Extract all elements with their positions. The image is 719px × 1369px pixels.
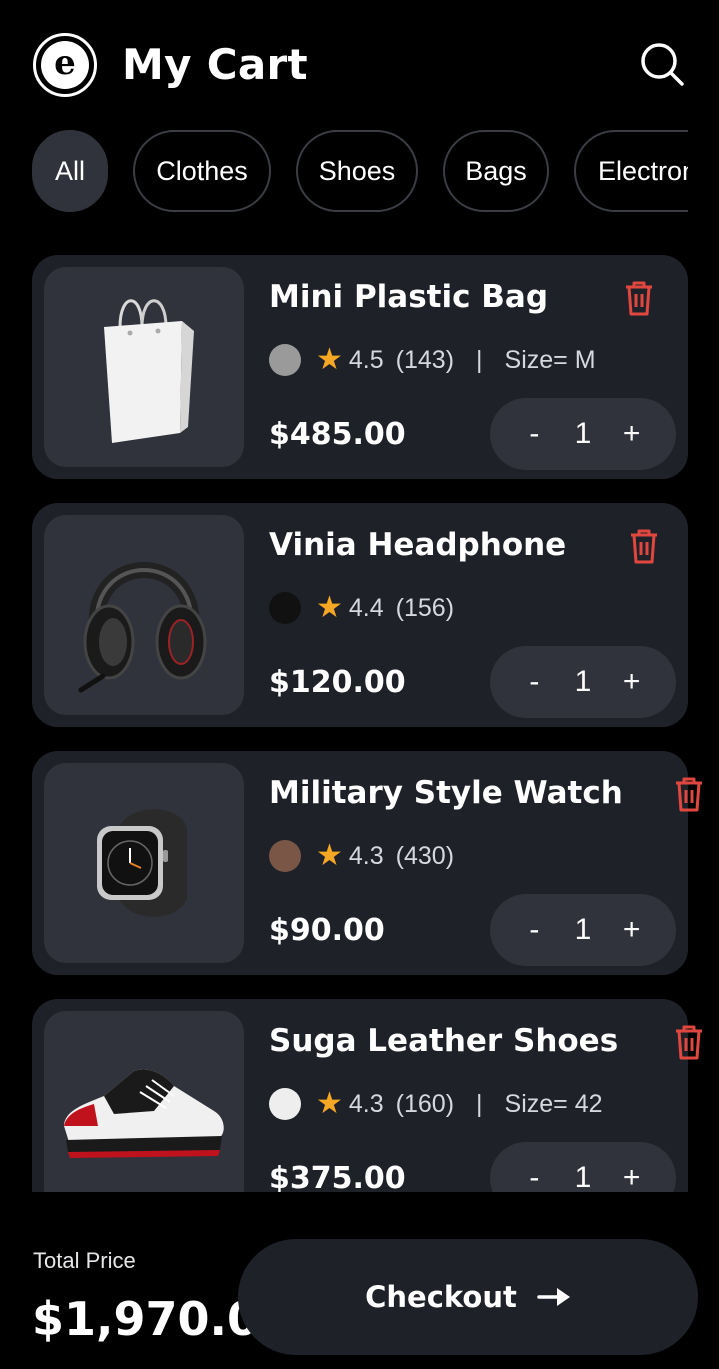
color-swatch: [269, 344, 301, 376]
meta-separator: |: [476, 1089, 483, 1118]
product-meta: ★ 4.4 (156): [269, 591, 454, 625]
cart-item[interactable]: Mini Plastic Bag ★ 4.5 (143) | Size= M $…: [32, 255, 688, 479]
headphone-image: [78, 562, 207, 693]
product-meta: ★ 4.5 (143) | Size= M: [269, 343, 596, 377]
cart-list[interactable]: Mini Plastic Bag ★ 4.5 (143) | Size= M $…: [32, 255, 719, 1193]
chip-label: Bags: [465, 155, 527, 186]
quantity-stepper: - 1 +: [490, 894, 676, 966]
product-price: $90.00: [269, 913, 385, 948]
chip-label: Clothes: [156, 155, 248, 186]
star-icon: ★: [316, 839, 343, 872]
watch-image: [97, 809, 187, 917]
rating-value: 4.3: [348, 1089, 384, 1118]
delete-icon[interactable]: [627, 527, 661, 565]
increase-button[interactable]: +: [620, 665, 644, 699]
arrow-right-icon: [537, 1288, 570, 1306]
meta-separator: |: [476, 345, 483, 374]
product-price: $485.00: [269, 417, 406, 452]
rating-value: 4.3: [348, 841, 384, 870]
size-label: Size= M: [504, 345, 596, 374]
product-name: Military Style Watch: [269, 775, 623, 811]
product-meta: ★ 4.3 (430): [269, 839, 454, 873]
delete-icon[interactable]: [672, 1023, 706, 1061]
quantity-stepper: - 1 +: [490, 1142, 676, 1193]
chip-clothes[interactable]: Clothes: [133, 130, 271, 212]
color-swatch: [269, 840, 301, 872]
cart-item[interactable]: Suga Leather Shoes ★ 4.3 (160) | Size= 4…: [32, 999, 702, 1193]
review-count: (156): [395, 593, 455, 622]
decrease-button[interactable]: -: [522, 913, 546, 947]
quantity-value: 1: [574, 913, 592, 946]
logo-letter: e: [41, 41, 89, 89]
shopping-bag-image: [104, 299, 194, 443]
chip-label: Electronics: [598, 155, 688, 186]
product-image: [44, 267, 244, 467]
product-price: $120.00: [269, 665, 406, 700]
delete-icon[interactable]: [622, 279, 656, 317]
chip-label: Shoes: [318, 155, 396, 186]
increase-button[interactable]: +: [620, 417, 644, 451]
product-name: Vinia Headphone: [269, 527, 567, 563]
review-count: (160): [395, 1089, 455, 1118]
decrease-button[interactable]: -: [522, 1161, 546, 1193]
checkout-label: Checkout: [365, 1280, 517, 1314]
product-image: [44, 763, 244, 963]
sneaker-image: [64, 1069, 224, 1158]
product-meta: ★ 4.3 (160) | Size= 42: [269, 1087, 603, 1121]
star-icon: ★: [316, 343, 343, 376]
star-icon: ★: [316, 1087, 343, 1120]
page-title: My Cart: [122, 40, 308, 89]
product-name: Mini Plastic Bag: [269, 279, 549, 315]
star-icon: ★: [316, 591, 343, 624]
quantity-stepper: - 1 +: [490, 646, 676, 718]
review-count: (143): [395, 345, 455, 374]
delete-icon[interactable]: [672, 775, 706, 813]
category-filter: All Clothes Shoes Bags Electronics: [32, 130, 688, 214]
cart-item[interactable]: Military Style Watch ★ 4.3 (430) $90.00 …: [32, 751, 702, 975]
app-header: e My Cart: [0, 0, 719, 130]
color-swatch: [269, 1088, 301, 1120]
quantity-value: 1: [574, 665, 592, 698]
quantity-value: 1: [574, 1161, 592, 1193]
app-logo[interactable]: e: [33, 33, 97, 97]
search-icon[interactable]: [638, 40, 686, 88]
size-label: Size= 42: [504, 1089, 603, 1118]
total-price-label: Total Price: [33, 1248, 136, 1273]
cart-item[interactable]: Vinia Headphone ★ 4.4 (156) $120.00 - 1 …: [32, 503, 688, 727]
product-price: $375.00: [269, 1161, 406, 1193]
checkout-bar: Total Price $1,970.00 Checkout: [0, 1192, 719, 1369]
product-image: [44, 515, 244, 715]
review-count: (430): [395, 841, 455, 870]
chip-electronics[interactable]: Electronics: [574, 130, 688, 212]
quantity-stepper: - 1 +: [490, 398, 676, 470]
chip-all[interactable]: All: [32, 130, 108, 212]
chip-bags[interactable]: Bags: [443, 130, 549, 212]
color-swatch: [269, 592, 301, 624]
rating-value: 4.5: [348, 345, 384, 374]
checkout-button[interactable]: Checkout: [238, 1239, 698, 1355]
quantity-value: 1: [574, 417, 592, 450]
increase-button[interactable]: +: [620, 1161, 644, 1193]
increase-button[interactable]: +: [620, 913, 644, 947]
decrease-button[interactable]: -: [522, 665, 546, 699]
chip-shoes[interactable]: Shoes: [296, 130, 418, 212]
product-image: [44, 1011, 244, 1193]
rating-value: 4.4: [348, 593, 384, 622]
decrease-button[interactable]: -: [522, 417, 546, 451]
product-name: Suga Leather Shoes: [269, 1023, 619, 1059]
chip-label: All: [54, 155, 85, 186]
